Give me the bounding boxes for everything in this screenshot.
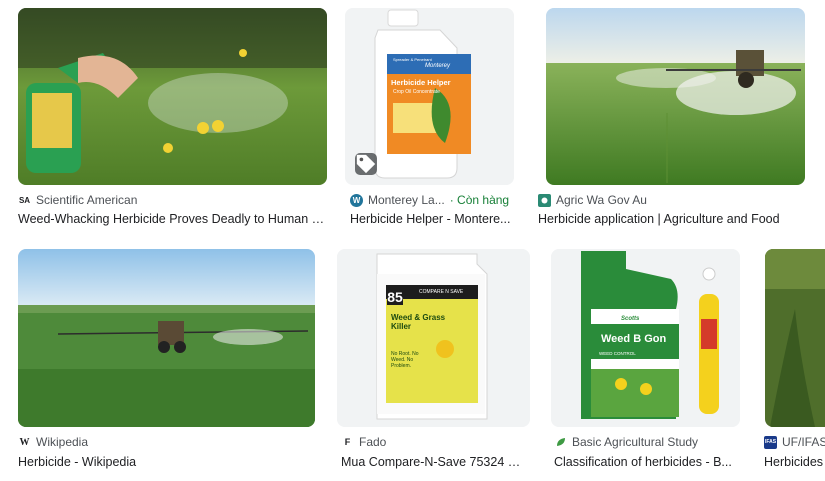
result-source[interactable]: Basic Agricultural Study bbox=[554, 435, 698, 449]
tractor-spraying-field-photo bbox=[546, 8, 805, 185]
result-thumbnail[interactable] bbox=[765, 249, 825, 427]
result-title[interactable]: Mua Compare-N-Save 75324 He... bbox=[341, 455, 529, 469]
source-name: Wikipedia bbox=[36, 435, 89, 449]
source-name: Basic Agricultural Study bbox=[572, 435, 699, 449]
result-source[interactable]: IFAS UF/IFAS bbox=[764, 435, 825, 449]
result-title[interactable]: Classification of herbicides - B... bbox=[554, 455, 736, 469]
label-description: Crop Oil Concentrate bbox=[393, 89, 440, 95]
agriculture-favicon-icon bbox=[538, 193, 551, 207]
in-stock-label: · Còn hàng bbox=[449, 193, 510, 207]
label-product-name: Weed B Gon bbox=[601, 333, 667, 345]
source-name: Scientific American bbox=[36, 193, 138, 207]
leaf-favicon-icon bbox=[554, 436, 567, 449]
weed-grass-killer-jug-photo bbox=[337, 249, 530, 427]
label-brand: Scotts bbox=[621, 316, 640, 322]
source-name: UF/IFAS bbox=[782, 435, 825, 449]
result-title[interactable]: Herbicide Helper - Montere... bbox=[350, 212, 514, 226]
label-product-name: Weed & Grass Killer bbox=[391, 313, 446, 331]
shopping-tag-icon bbox=[355, 153, 377, 175]
result-thumbnail[interactable] bbox=[18, 8, 327, 185]
result-source[interactable]: W Wikipedia bbox=[18, 435, 89, 449]
bottle-badge: 85 bbox=[387, 289, 403, 305]
label-product-name: Herbicide Helper bbox=[391, 78, 451, 87]
result-thumbnail[interactable]: Scotts Weed B Gon WEED CONTROL bbox=[551, 249, 740, 427]
result-title[interactable]: Weed-Whacking Herbicide Proves Deadly to… bbox=[18, 212, 328, 226]
result-thumbnail[interactable] bbox=[546, 8, 805, 185]
wordpress-favicon-icon: W bbox=[350, 193, 363, 207]
spray-bottle-photo bbox=[18, 8, 327, 185]
result-thumbnail[interactable]: Monterey Spreader & Penetrant Herbicide … bbox=[345, 8, 514, 185]
result-thumbnail[interactable] bbox=[18, 249, 315, 427]
result-title[interactable]: Herbicide - Wikipedia bbox=[18, 455, 315, 469]
label-subtitle: Spreader & Penetrant bbox=[393, 57, 432, 62]
wikipedia-favicon-icon: W bbox=[19, 436, 30, 448]
result-title[interactable]: Herbicide application | Agriculture and … bbox=[538, 212, 808, 226]
result-source[interactable]: F Fado bbox=[341, 435, 387, 449]
fado-favicon-icon: F bbox=[344, 437, 351, 447]
scientific-american-favicon-icon: SA bbox=[18, 195, 31, 205]
label-claims: No Root. No Weed. No Problem. bbox=[391, 351, 419, 369]
tractor-wheat-field-photo bbox=[18, 249, 315, 427]
source-name: Fado bbox=[359, 435, 387, 449]
weed-photo bbox=[765, 249, 825, 427]
ifas-favicon-icon: IFAS bbox=[764, 435, 777, 449]
source-name: Agric Wa Gov Au bbox=[556, 193, 647, 207]
result-title[interactable]: Herbicides bbox=[764, 455, 825, 469]
label-description: WEED CONTROL bbox=[599, 351, 636, 356]
label-banner: COMPARE N SAVE bbox=[419, 289, 464, 295]
source-name: Monterey La... bbox=[368, 193, 445, 207]
result-thumbnail[interactable]: 85 COMPARE N SAVE Weed & Grass Killer No… bbox=[337, 249, 530, 427]
label-brand: Monterey bbox=[425, 63, 451, 69]
result-source[interactable]: SA Scientific American bbox=[18, 193, 137, 207]
result-source[interactable]: Agric Wa Gov Au bbox=[538, 193, 647, 207]
result-source[interactable]: W Monterey La... · Còn hàng bbox=[350, 193, 509, 207]
